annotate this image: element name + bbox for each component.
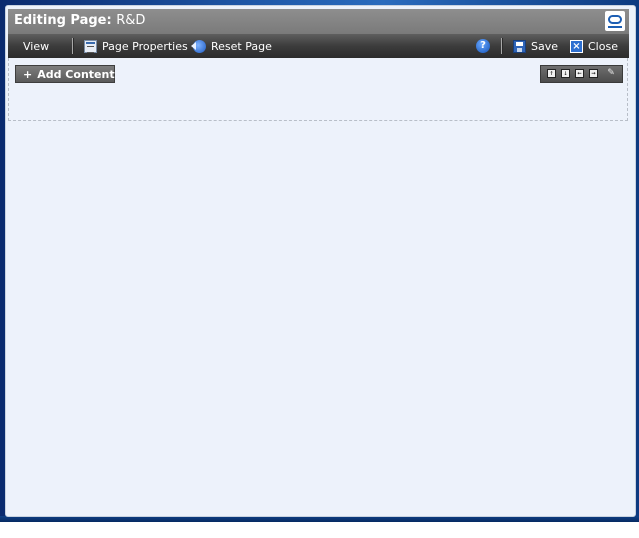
toolbar-separator bbox=[72, 38, 74, 54]
save-icon bbox=[513, 39, 526, 53]
plus-icon: + bbox=[23, 67, 33, 81]
save-button[interactable]: Save bbox=[513, 34, 558, 58]
help-button[interactable]: ? bbox=[476, 34, 490, 58]
oracle-logo-bar bbox=[608, 26, 622, 28]
page-properties-icon bbox=[84, 39, 97, 53]
view-menu[interactable]: View bbox=[23, 34, 49, 58]
oracle-logo-ring bbox=[608, 15, 622, 24]
add-content-button[interactable]: + Add Content bbox=[15, 65, 115, 83]
add-content-label: Add Content bbox=[37, 67, 115, 81]
save-label: Save bbox=[531, 39, 559, 53]
page-title: Editing Page: R&D bbox=[14, 13, 145, 28]
close-button[interactable]: × Close bbox=[570, 34, 618, 58]
title-bar: Editing Page: R&D bbox=[8, 9, 629, 34]
page-properties-label: Page Properties bbox=[102, 39, 188, 53]
edit-pencil-icon[interactable]: ✎ bbox=[606, 68, 616, 78]
page-properties-button[interactable]: Page Properties bbox=[84, 34, 188, 58]
move-up-icon[interactable]: ↑ bbox=[547, 69, 556, 78]
close-icon: × bbox=[570, 39, 583, 53]
help-icon: ? bbox=[476, 39, 490, 53]
reset-page-icon bbox=[191, 39, 206, 53]
move-right-icon[interactable]: → bbox=[589, 69, 598, 78]
page-title-name: R&D bbox=[116, 13, 146, 28]
move-left-icon[interactable]: ← bbox=[575, 69, 584, 78]
page-title-prefix: Editing Page: bbox=[14, 13, 112, 28]
oracle-logo-icon bbox=[605, 11, 625, 31]
reset-page-label: Reset Page bbox=[211, 39, 272, 53]
editor-toolbar: View Page Properties Reset Page ? Save ×… bbox=[8, 34, 629, 58]
close-label: Close bbox=[588, 39, 618, 53]
layout-toolbox: ↑ ↓ ← → ✎ bbox=[540, 65, 623, 83]
move-down-icon[interactable]: ↓ bbox=[561, 69, 570, 78]
reset-page-button[interactable]: Reset Page bbox=[191, 34, 272, 58]
toolbar-separator bbox=[501, 38, 503, 54]
view-menu-label: View bbox=[23, 39, 50, 53]
